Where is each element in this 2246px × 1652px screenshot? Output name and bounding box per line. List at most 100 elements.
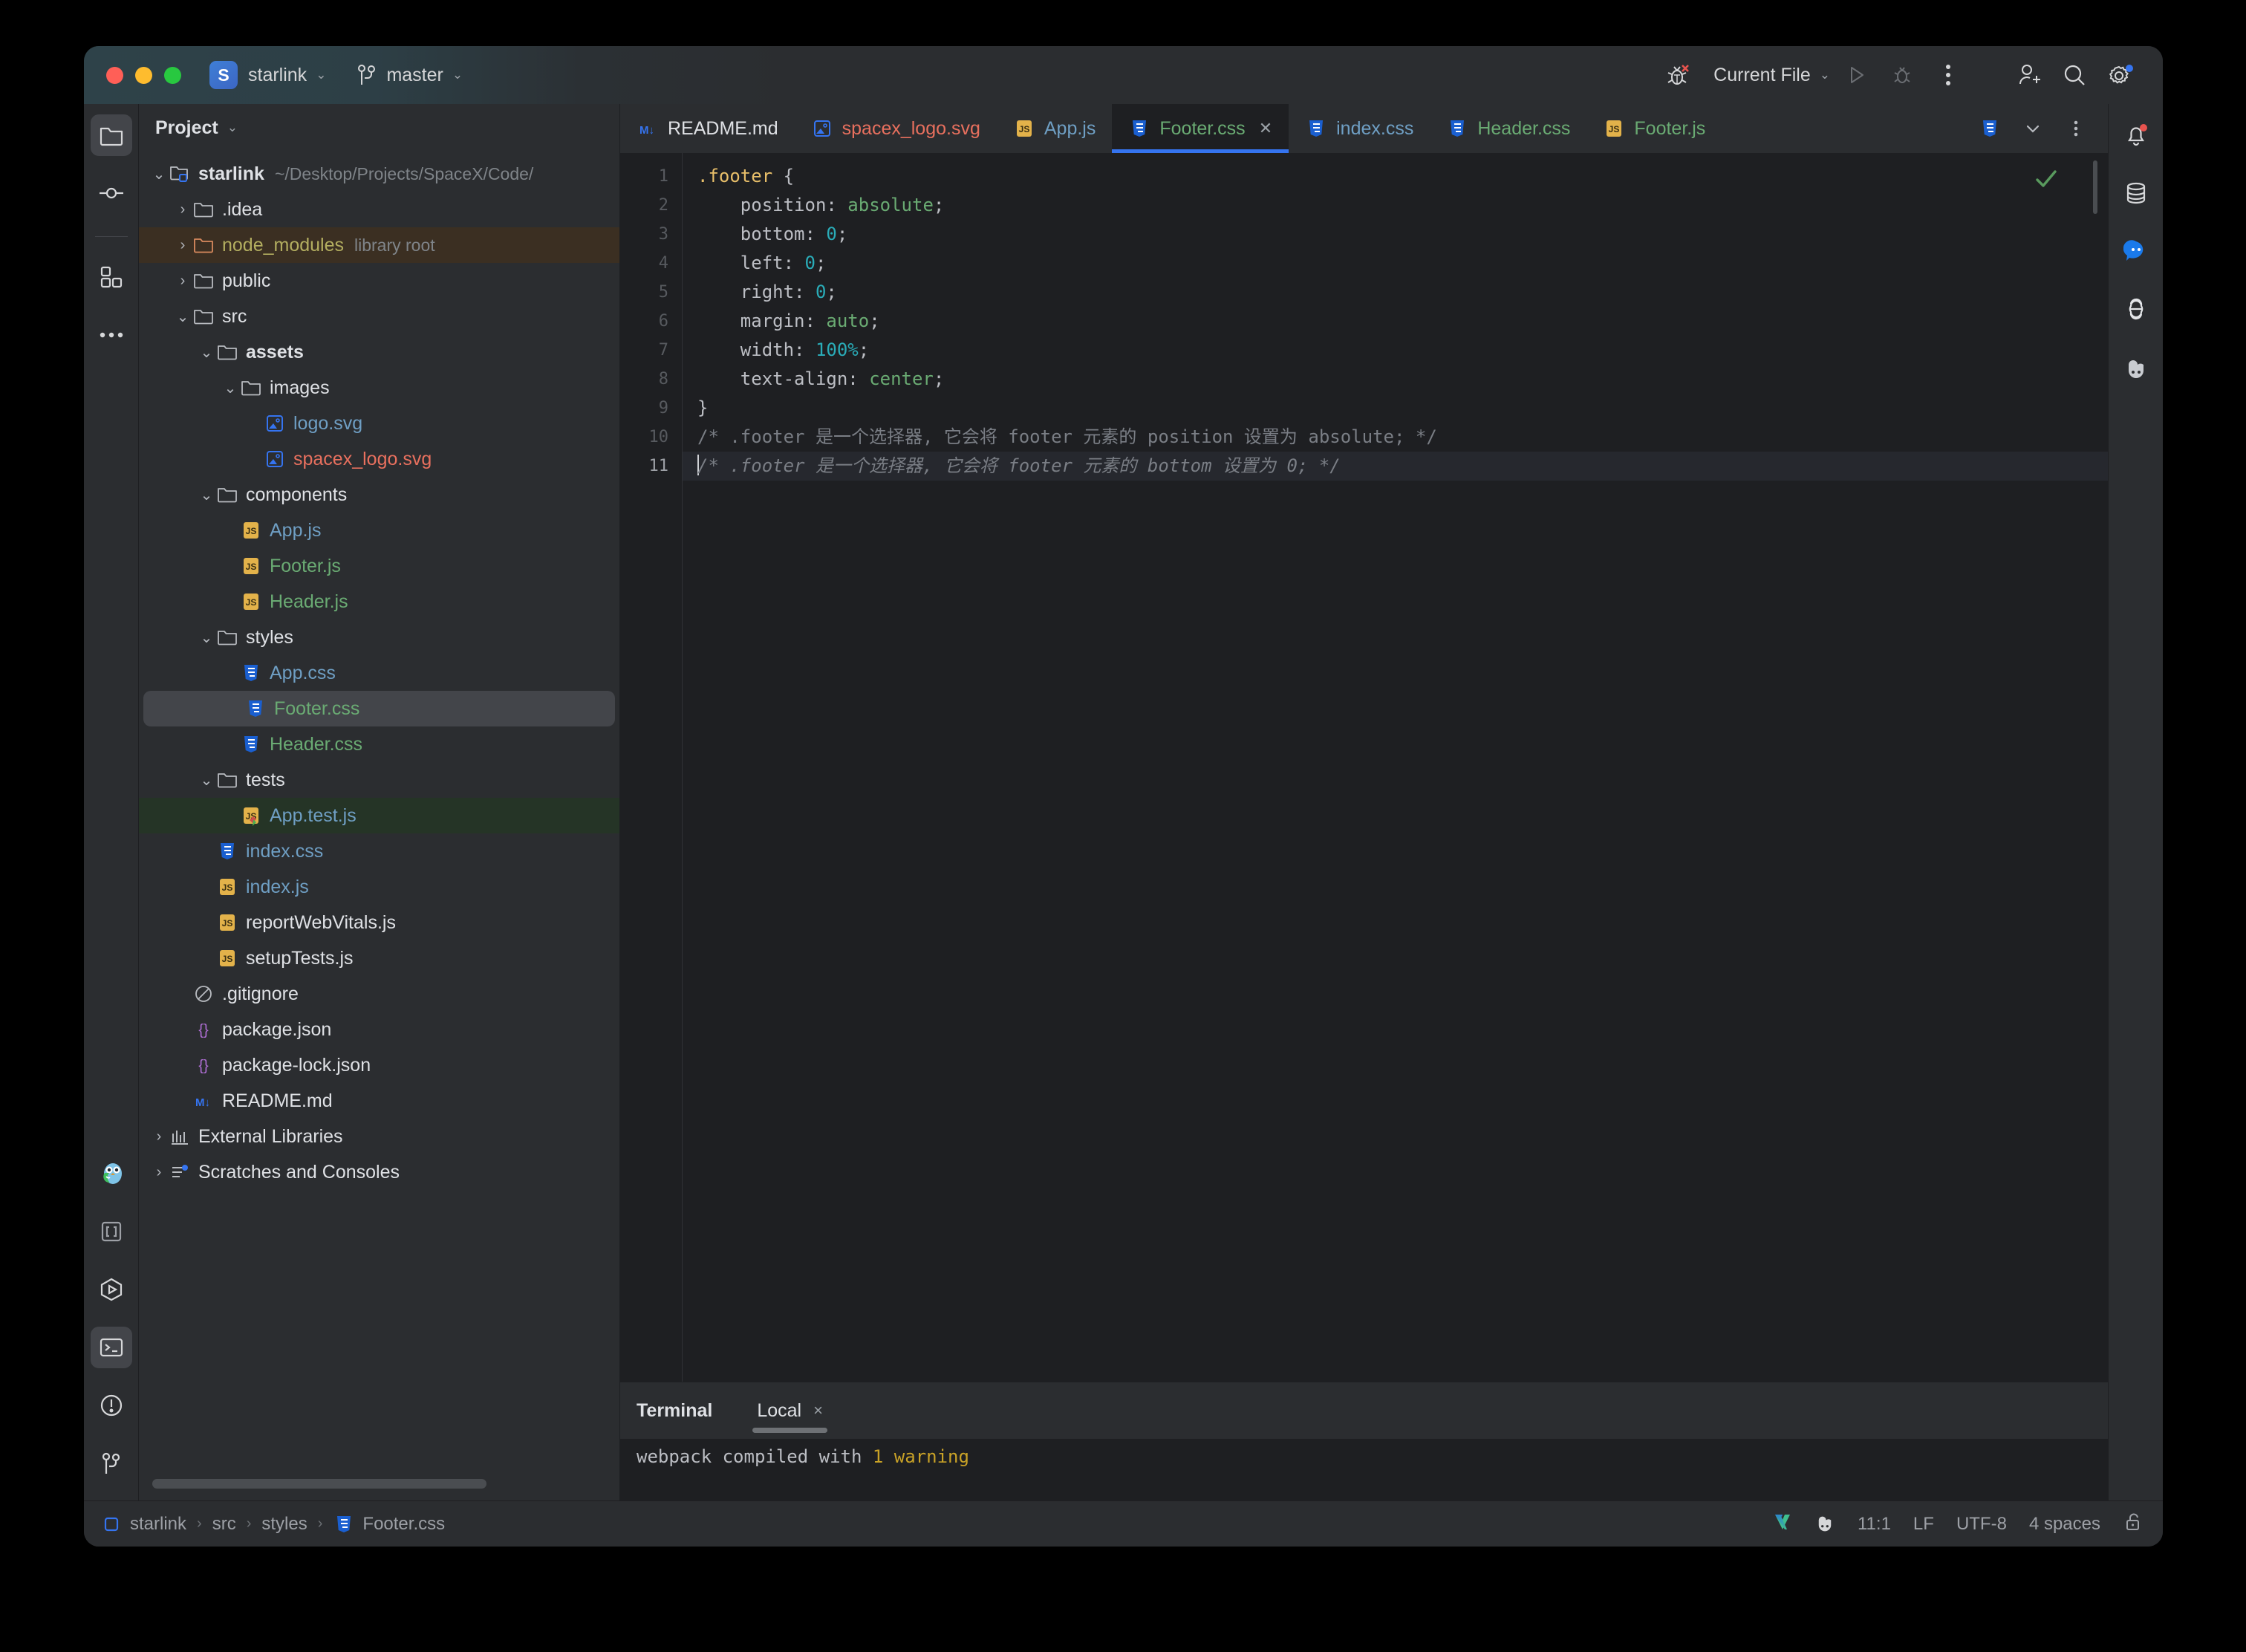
scrollbar-thumb[interactable] bbox=[152, 1479, 486, 1489]
debug-icon[interactable] bbox=[1879, 52, 1925, 98]
tree-item-setuptests-js[interactable]: ·JSsetupTests.js bbox=[139, 940, 619, 976]
sidebar-item-version-control[interactable] bbox=[91, 1443, 132, 1484]
editor-scrollbar-thumb[interactable] bbox=[2093, 160, 2097, 214]
tree-item-app-js[interactable]: ·JSApp.js bbox=[139, 513, 619, 548]
sidebar-item-problems[interactable] bbox=[91, 1385, 132, 1426]
chevron-down-icon[interactable]: ⌄ bbox=[149, 165, 169, 183]
add-user-icon[interactable] bbox=[2005, 52, 2051, 98]
code-line[interactable]: .footer { bbox=[683, 162, 2108, 191]
terminal-tab-local[interactable]: Local × bbox=[746, 1382, 833, 1439]
gear-icon[interactable] bbox=[2097, 52, 2144, 98]
file-encoding[interactable]: UTF-8 bbox=[1956, 1514, 2007, 1535]
sidebar-item-terminal[interactable] bbox=[91, 1327, 132, 1368]
chevron-down-icon[interactable]: ⌄ bbox=[197, 771, 216, 790]
ai-chat-icon[interactable] bbox=[2115, 230, 2157, 272]
more-vertical-icon[interactable] bbox=[1925, 52, 1971, 98]
project-panel-header[interactable]: Project ⌄ bbox=[139, 104, 619, 152]
chevron-right-icon[interactable]: › bbox=[149, 1128, 169, 1145]
project-horizontal-scrollbar[interactable] bbox=[139, 1466, 619, 1500]
sidebar-item-plugins[interactable] bbox=[91, 256, 132, 298]
sidebar-item-project[interactable] bbox=[91, 114, 132, 156]
sidebar-item-structure[interactable] bbox=[91, 1211, 132, 1252]
tree-item-styles[interactable]: ⌄styles bbox=[139, 620, 619, 655]
database-icon[interactable] bbox=[2115, 172, 2157, 214]
tree-item-assets[interactable]: ⌄assets bbox=[139, 334, 619, 370]
close-icon[interactable]: ✕ bbox=[1259, 119, 1272, 138]
terminal-output[interactable]: webpack compiled with 1 warning bbox=[620, 1439, 2108, 1500]
tree-item-node-modules[interactable]: ›node_moduleslibrary root bbox=[139, 227, 619, 263]
tree-item-external-libraries[interactable]: ›External Libraries bbox=[139, 1119, 619, 1154]
search-icon[interactable] bbox=[2051, 52, 2097, 98]
close-window-button[interactable] bbox=[106, 67, 123, 84]
chevron-right-icon[interactable]: › bbox=[173, 273, 192, 290]
sidebar-item-run[interactable] bbox=[91, 1269, 132, 1310]
tree-item-starlink[interactable]: ⌄starlink~/Desktop/Projects/SpaceX/Code/ bbox=[139, 156, 619, 192]
breadcrumb-item[interactable]: Footer.css bbox=[333, 1513, 445, 1535]
code-line[interactable]: right: 0; bbox=[683, 278, 2108, 307]
tree-item-tests[interactable]: ⌄tests bbox=[139, 762, 619, 798]
debug-disabled-icon[interactable] bbox=[1656, 52, 1702, 98]
openai-icon[interactable] bbox=[2115, 288, 2157, 330]
indent-setting[interactable]: 4 spaces bbox=[2029, 1514, 2100, 1535]
run-configuration-selector[interactable]: Current File ⌄ bbox=[1702, 65, 1833, 86]
tree-item-header-css[interactable]: ·Header.css bbox=[139, 726, 619, 762]
line-separator[interactable]: LF bbox=[1913, 1514, 1934, 1535]
chevron-right-icon[interactable]: › bbox=[149, 1164, 169, 1181]
tree-item-index-css[interactable]: ·index.css bbox=[139, 833, 619, 869]
caret-position[interactable]: 11:1 bbox=[1858, 1514, 1891, 1535]
code-line[interactable]: } bbox=[683, 394, 2108, 423]
chevron-down-icon[interactable]: ⌄ bbox=[197, 343, 216, 362]
code-editor[interactable]: 1234567891011 .footer { position: absolu… bbox=[620, 153, 2108, 1382]
lock-icon[interactable] bbox=[2123, 1512, 2144, 1536]
tree-item-package-json[interactable]: ·{}package.json bbox=[139, 1012, 619, 1047]
tree-item-reportwebvitals-js[interactable]: ·JSreportWebVitals.js bbox=[139, 905, 619, 940]
breadcrumb-item[interactable]: src bbox=[212, 1514, 236, 1535]
code-line[interactable]: position: absolute; bbox=[683, 191, 2108, 220]
inspection-ok-check-icon[interactable] bbox=[2034, 166, 2059, 195]
notifications-bell-icon[interactable] bbox=[2115, 114, 2157, 156]
branch-selector[interactable]: master ⌄ bbox=[357, 64, 463, 86]
run-icon[interactable] bbox=[1833, 52, 1879, 98]
tree-item-public[interactable]: ›public bbox=[139, 263, 619, 299]
breadcrumb-item[interactable]: starlink bbox=[100, 1513, 186, 1535]
maximize-window-button[interactable] bbox=[164, 67, 181, 84]
tree-item-logo-svg[interactable]: ·logo.svg bbox=[139, 406, 619, 441]
tree-item-package-lock-json[interactable]: ·{}package-lock.json bbox=[139, 1047, 619, 1083]
more-tools-icon[interactable] bbox=[91, 314, 132, 356]
codegeex-status-icon[interactable] bbox=[1814, 1512, 1835, 1536]
chevron-down-icon[interactable]: ⌄ bbox=[197, 628, 216, 647]
css-file-icon[interactable] bbox=[1970, 108, 2010, 149]
editor-tab-spacex-logo-svg[interactable]: spacex_logo.svg bbox=[795, 104, 997, 153]
tree-item--gitignore[interactable]: ·.gitignore bbox=[139, 976, 619, 1012]
editor-tab-index-css[interactable]: index.css bbox=[1289, 104, 1430, 153]
code-line[interactable]: /* .footer 是一个选择器, 它会将 footer 元素的 positi… bbox=[683, 423, 2108, 452]
code-text-area[interactable]: .footer { position: absolute; bottom: 0;… bbox=[683, 153, 2108, 1382]
breadcrumb-item[interactable]: styles bbox=[261, 1514, 307, 1535]
tree-item-header-js[interactable]: ·JSHeader.js bbox=[139, 584, 619, 620]
tree-item--idea[interactable]: ›.idea bbox=[139, 192, 619, 227]
close-icon[interactable]: × bbox=[813, 1401, 823, 1420]
chevron-down-icon[interactable]: ⌄ bbox=[221, 379, 240, 397]
tree-item-index-js[interactable]: ·JSindex.js bbox=[139, 869, 619, 905]
tree-item-app-test-js[interactable]: ·JSApp.test.js bbox=[139, 798, 619, 833]
tree-item-app-css[interactable]: ·App.css bbox=[139, 655, 619, 691]
editor-tab-header-css[interactable]: Header.css bbox=[1430, 104, 1586, 153]
tree-item-src[interactable]: ⌄src bbox=[139, 299, 619, 334]
chevron-down-icon[interactable] bbox=[2013, 108, 2053, 149]
breadcrumb[interactable]: starlink›src›styles›Footer.css bbox=[100, 1513, 445, 1535]
codegeex-icon[interactable] bbox=[2115, 346, 2157, 388]
editor-tab-footer-js[interactable]: JSFooter.js bbox=[1586, 104, 1722, 153]
code-line[interactable]: margin: auto; bbox=[683, 307, 2108, 336]
editor-tab-readme-md[interactable]: M↓README.md bbox=[620, 104, 795, 153]
tree-item-footer-css[interactable]: ·Footer.css bbox=[143, 691, 615, 726]
tree-item-scratches-and-consoles[interactable]: ›Scratches and Consoles bbox=[139, 1154, 619, 1190]
owl-assistant-icon[interactable] bbox=[91, 1153, 132, 1194]
project-selector[interactable]: S starlink ⌄ bbox=[209, 61, 326, 89]
sidebar-item-commit[interactable] bbox=[91, 172, 132, 214]
tree-item-footer-js[interactable]: ·JSFooter.js bbox=[139, 548, 619, 584]
editor-tab-footer-css[interactable]: Footer.css✕ bbox=[1112, 104, 1289, 153]
chevron-down-icon[interactable]: ⌄ bbox=[173, 308, 192, 326]
minimize-window-button[interactable] bbox=[135, 67, 152, 84]
more-vertical-icon[interactable] bbox=[2056, 108, 2096, 149]
code-line[interactable]: width: 100%; bbox=[683, 336, 2108, 365]
